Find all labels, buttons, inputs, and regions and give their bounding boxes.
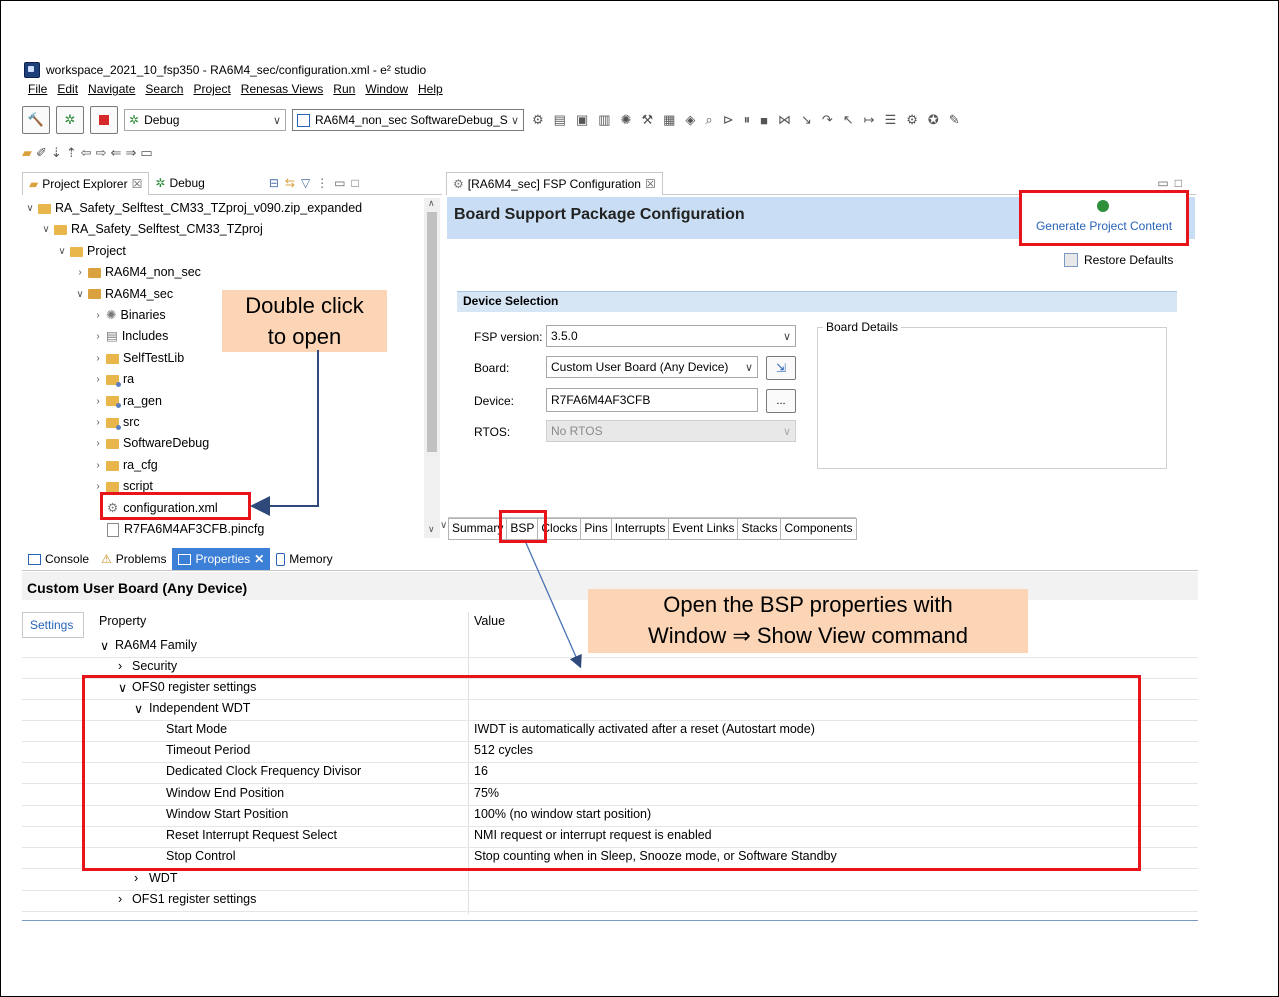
double-click-arrow <box>250 350 319 516</box>
bsp-tab-arrow <box>525 542 582 669</box>
annotation-arrows <box>250 350 582 669</box>
